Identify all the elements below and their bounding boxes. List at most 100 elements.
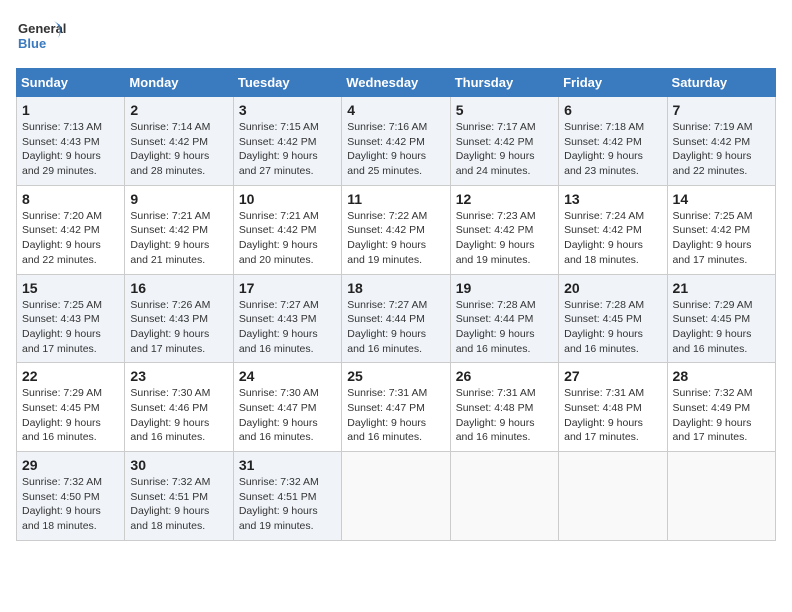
day-number: 11: [347, 191, 444, 207]
header-cell-thursday: Thursday: [450, 69, 558, 97]
day-info: Sunrise: 7:15 AM Sunset: 4:42 PM Dayligh…: [239, 120, 336, 179]
day-cell: [559, 452, 667, 541]
day-number: 4: [347, 102, 444, 118]
day-number: 6: [564, 102, 661, 118]
day-info: Sunrise: 7:31 AM Sunset: 4:48 PM Dayligh…: [456, 386, 553, 445]
header-cell-tuesday: Tuesday: [233, 69, 341, 97]
day-cell: 16Sunrise: 7:26 AM Sunset: 4:43 PM Dayli…: [125, 274, 233, 363]
day-cell: 7 Sunrise: 7:19 AM Sunset: 4:42 PM Daylig…: [667, 97, 775, 186]
day-cell: 13Sunrise: 7:24 AM Sunset: 4:42 PM Dayli…: [559, 185, 667, 274]
day-number: 12: [456, 191, 553, 207]
day-number: 31: [239, 457, 336, 473]
day-cell: 28 Sunrise: 7:32 AM Sunset: 4:49 PM Dayli…: [667, 363, 775, 452]
day-number: 20: [564, 280, 661, 296]
day-cell: 27Sunrise: 7:31 AM Sunset: 4:48 PM Dayli…: [559, 363, 667, 452]
day-cell: [342, 452, 450, 541]
day-cell: 22 Sunrise: 7:29 AM Sunset: 4:45 PM Dayli…: [17, 363, 125, 452]
day-cell: 30Sunrise: 7:32 AM Sunset: 4:51 PM Dayli…: [125, 452, 233, 541]
day-info: Sunrise: 7:30 AM Sunset: 4:47 PM Dayligh…: [239, 386, 336, 445]
day-cell: 23Sunrise: 7:30 AM Sunset: 4:46 PM Dayli…: [125, 363, 233, 452]
day-number: 2: [130, 102, 227, 118]
day-info: Sunrise: 7:23 AM Sunset: 4:42 PM Dayligh…: [456, 209, 553, 268]
day-cell: 17Sunrise: 7:27 AM Sunset: 4:43 PM Dayli…: [233, 274, 341, 363]
day-cell: 5 Sunrise: 7:17 AM Sunset: 4:42 PM Daylig…: [450, 97, 558, 186]
day-cell: 6 Sunrise: 7:18 AM Sunset: 4:42 PM Daylig…: [559, 97, 667, 186]
day-number: 7: [673, 102, 770, 118]
day-info: Sunrise: 7:18 AM Sunset: 4:42 PM Dayligh…: [564, 120, 661, 179]
logo-icon: GeneralBlue: [16, 16, 66, 56]
day-number: 19: [456, 280, 553, 296]
day-number: 30: [130, 457, 227, 473]
day-cell: 8 Sunrise: 7:20 AM Sunset: 4:42 PM Daylig…: [17, 185, 125, 274]
day-number: 15: [22, 280, 119, 296]
day-info: Sunrise: 7:25 AM Sunset: 4:42 PM Dayligh…: [673, 209, 770, 268]
day-cell: 29 Sunrise: 7:32 AM Sunset: 4:50 PM Dayli…: [17, 452, 125, 541]
logo: GeneralBlue: [16, 16, 66, 56]
day-info: Sunrise: 7:13 AM Sunset: 4:43 PM Dayligh…: [22, 120, 119, 179]
day-cell: 15 Sunrise: 7:25 AM Sunset: 4:43 PM Dayli…: [17, 274, 125, 363]
day-number: 29: [22, 457, 119, 473]
header-cell-wednesday: Wednesday: [342, 69, 450, 97]
day-info: Sunrise: 7:27 AM Sunset: 4:44 PM Dayligh…: [347, 298, 444, 357]
day-cell: 24 Sunrise: 7:30 AM Sunset: 4:47 PM Dayli…: [233, 363, 341, 452]
day-info: Sunrise: 7:21 AM Sunset: 4:42 PM Dayligh…: [130, 209, 227, 268]
day-number: 28: [673, 368, 770, 384]
day-info: Sunrise: 7:28 AM Sunset: 4:44 PM Dayligh…: [456, 298, 553, 357]
day-number: 3: [239, 102, 336, 118]
day-number: 22: [22, 368, 119, 384]
week-row-5: 29 Sunrise: 7:32 AM Sunset: 4:50 PM Dayli…: [17, 452, 776, 541]
day-number: 8: [22, 191, 119, 207]
day-info: Sunrise: 7:14 AM Sunset: 4:42 PM Dayligh…: [130, 120, 227, 179]
day-info: Sunrise: 7:26 AM Sunset: 4:43 PM Dayligh…: [130, 298, 227, 357]
day-cell: 18 Sunrise: 7:27 AM Sunset: 4:44 PM Dayli…: [342, 274, 450, 363]
week-row-1: 1 Sunrise: 7:13 AM Sunset: 4:43 PM Daylig…: [17, 97, 776, 186]
svg-text:General: General: [18, 21, 66, 36]
day-number: 21: [673, 280, 770, 296]
day-number: 5: [456, 102, 553, 118]
day-info: Sunrise: 7:22 AM Sunset: 4:42 PM Dayligh…: [347, 209, 444, 268]
day-cell: 25 Sunrise: 7:31 AM Sunset: 4:47 PM Dayli…: [342, 363, 450, 452]
day-number: 26: [456, 368, 553, 384]
day-cell: 21 Sunrise: 7:29 AM Sunset: 4:45 PM Dayli…: [667, 274, 775, 363]
calendar-body: 1 Sunrise: 7:13 AM Sunset: 4:43 PM Daylig…: [17, 97, 776, 541]
day-number: 18: [347, 280, 444, 296]
day-number: 25: [347, 368, 444, 384]
day-info: Sunrise: 7:32 AM Sunset: 4:50 PM Dayligh…: [22, 475, 119, 534]
day-info: Sunrise: 7:29 AM Sunset: 4:45 PM Dayligh…: [22, 386, 119, 445]
day-cell: 3 Sunrise: 7:15 AM Sunset: 4:42 PM Daylig…: [233, 97, 341, 186]
day-number: 1: [22, 102, 119, 118]
day-cell: 4 Sunrise: 7:16 AM Sunset: 4:42 PM Daylig…: [342, 97, 450, 186]
day-number: 24: [239, 368, 336, 384]
day-number: 10: [239, 191, 336, 207]
day-info: Sunrise: 7:31 AM Sunset: 4:47 PM Dayligh…: [347, 386, 444, 445]
day-cell: [450, 452, 558, 541]
day-info: Sunrise: 7:19 AM Sunset: 4:42 PM Dayligh…: [673, 120, 770, 179]
day-number: 9: [130, 191, 227, 207]
day-info: Sunrise: 7:29 AM Sunset: 4:45 PM Dayligh…: [673, 298, 770, 357]
day-info: Sunrise: 7:25 AM Sunset: 4:43 PM Dayligh…: [22, 298, 119, 357]
day-info: Sunrise: 7:16 AM Sunset: 4:42 PM Dayligh…: [347, 120, 444, 179]
day-info: Sunrise: 7:17 AM Sunset: 4:42 PM Dayligh…: [456, 120, 553, 179]
day-cell: 14Sunrise: 7:25 AM Sunset: 4:42 PM Dayli…: [667, 185, 775, 274]
day-cell: 11 Sunrise: 7:22 AM Sunset: 4:42 PM Dayli…: [342, 185, 450, 274]
day-info: Sunrise: 7:28 AM Sunset: 4:45 PM Dayligh…: [564, 298, 661, 357]
day-info: Sunrise: 7:21 AM Sunset: 4:42 PM Dayligh…: [239, 209, 336, 268]
header-cell-friday: Friday: [559, 69, 667, 97]
day-cell: 26 Sunrise: 7:31 AM Sunset: 4:48 PM Dayli…: [450, 363, 558, 452]
day-cell: 1 Sunrise: 7:13 AM Sunset: 4:43 PM Daylig…: [17, 97, 125, 186]
page-header: GeneralBlue: [16, 16, 776, 56]
header-cell-saturday: Saturday: [667, 69, 775, 97]
day-info: Sunrise: 7:32 AM Sunset: 4:51 PM Dayligh…: [239, 475, 336, 534]
day-info: Sunrise: 7:32 AM Sunset: 4:49 PM Dayligh…: [673, 386, 770, 445]
header-row: SundayMondayTuesdayWednesdayThursdayFrid…: [17, 69, 776, 97]
day-info: Sunrise: 7:31 AM Sunset: 4:48 PM Dayligh…: [564, 386, 661, 445]
calendar-table: SundayMondayTuesdayWednesdayThursdayFrid…: [16, 68, 776, 541]
day-number: 17: [239, 280, 336, 296]
day-cell: 10 Sunrise: 7:21 AM Sunset: 4:42 PM Dayli…: [233, 185, 341, 274]
day-cell: 12 Sunrise: 7:23 AM Sunset: 4:42 PM Dayli…: [450, 185, 558, 274]
calendar-header: SundayMondayTuesdayWednesdayThursdayFrid…: [17, 69, 776, 97]
day-cell: [667, 452, 775, 541]
day-number: 23: [130, 368, 227, 384]
day-info: Sunrise: 7:20 AM Sunset: 4:42 PM Dayligh…: [22, 209, 119, 268]
day-cell: 31 Sunrise: 7:32 AM Sunset: 4:51 PM Dayli…: [233, 452, 341, 541]
